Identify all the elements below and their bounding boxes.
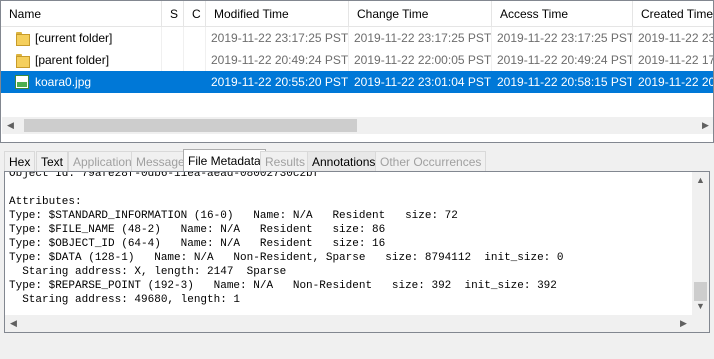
folder-icon: [15, 53, 30, 68]
cell-s: [162, 49, 184, 71]
cell-s: [162, 71, 184, 93]
scrollbar-corner: [692, 315, 709, 332]
metadata-line: Staring address: 49680, length: 1: [9, 294, 241, 306]
cell-modified-time: 2019-11-22 23:17:25 PST: [206, 27, 349, 49]
tab-application[interactable]: Application: [68, 151, 137, 171]
cell-access-time: 2019-11-22 23:17:25 PST: [492, 27, 633, 49]
scroll-right-icon[interactable]: ▶: [675, 315, 692, 332]
scroll-up-icon[interactable]: ▲: [692, 172, 709, 189]
cell-change-time: 2019-11-22 22:00:05 PST: [349, 49, 492, 71]
file-name: koara0.jpg: [35, 75, 92, 89]
cell-change-time: 2019-11-22 23:17:25 PST: [349, 27, 492, 49]
metadata-line: Type: $DATA (128-1) Name: N/A Non-Reside…: [9, 252, 564, 264]
metadata-line: Type: $REPARSE_POINT (192-3) Name: N/A N…: [9, 280, 557, 292]
cell-access-time: 2019-11-22 20:58:15 PST: [492, 71, 633, 93]
metadata-horizontal-scrollbar[interactable]: ◀ ▶: [5, 315, 692, 332]
metadata-line: Type: $STANDARD_INFORMATION (16-0) Name:…: [9, 210, 458, 222]
tab-other-occurrences[interactable]: Other Occurrences: [375, 151, 487, 171]
cell-c: [184, 71, 206, 93]
file-metadata-pane[interactable]: Object Id: 79afe28f-0db6-11ea-aead-08002…: [4, 171, 710, 333]
metadata-line: [9, 181, 689, 195]
metadata-line: Attributes:: [9, 196, 82, 208]
metadata-text: Object Id: 79afe28f-0db6-11ea-aead-08002…: [9, 172, 689, 315]
table-horizontal-scrollbar[interactable]: ◀ ▶: [2, 117, 713, 134]
table-header: Name S C Modified Time Change Time Acces…: [1, 1, 713, 27]
metadata-vertical-scrollbar[interactable]: ▲ ▼: [692, 172, 709, 315]
tab-hex[interactable]: Hex: [4, 151, 36, 171]
table-row-selected[interactable]: koara0.jpg 2019-11-22 20:55:20 PST 2019-…: [1, 71, 713, 93]
column-header-access-time[interactable]: Access Time: [492, 1, 633, 27]
metadata-line: Object Id: 79afe28f-0db6-11ea-aead-08002…: [9, 172, 320, 180]
column-header-created-time[interactable]: Created Time: [633, 1, 713, 27]
cell-created-time: 2019-11-22 17:: [633, 49, 713, 71]
scroll-left-icon[interactable]: ◀: [2, 117, 19, 134]
tab-message[interactable]: Message: [131, 151, 190, 171]
file-table: Name S C Modified Time Change Time Acces…: [0, 0, 714, 143]
cell-s: [162, 27, 184, 49]
metadata-line: Type: $OBJECT_ID (64-4) Name: N/A Reside…: [9, 238, 386, 250]
tab-text[interactable]: Text: [36, 151, 69, 171]
tab-file-metadata[interactable]: File Metadata: [183, 149, 266, 171]
scroll-left-icon[interactable]: ◀: [5, 315, 22, 332]
metadata-line: Staring address: X, length: 2147 Sparse: [9, 266, 287, 278]
column-header-name[interactable]: Name: [1, 1, 162, 27]
column-header-modified-time[interactable]: Modified Time: [206, 1, 349, 27]
scroll-down-icon[interactable]: ▼: [692, 298, 709, 315]
tab-results[interactable]: Results: [260, 151, 311, 171]
column-header-c[interactable]: C: [184, 1, 206, 27]
tab-annotations[interactable]: Annotations: [307, 151, 381, 171]
file-name: [current folder]: [35, 31, 113, 45]
table-row[interactable]: [current folder] 2019-11-22 23:17:25 PST…: [1, 27, 713, 49]
cell-modified-time: 2019-11-22 20:49:24 PST: [206, 49, 349, 71]
cell-c: [184, 49, 206, 71]
cell-modified-time: 2019-11-22 20:55:20 PST: [206, 71, 349, 93]
folder-icon: [15, 31, 30, 46]
column-header-change-time[interactable]: Change Time: [349, 1, 492, 27]
image-file-icon: [15, 75, 29, 89]
cell-created-time: 2019-11-22 23:17:25 PST: [633, 27, 713, 49]
cell-c: [184, 27, 206, 49]
file-name: [parent folder]: [35, 53, 110, 67]
viewer-tabs: Hex Text Application Message File Metada…: [0, 149, 714, 171]
column-header-s[interactable]: S: [162, 1, 184, 27]
metadata-line: Type: $FILE_NAME (48-2) Name: N/A Reside…: [9, 224, 386, 236]
cell-change-time: 2019-11-22 23:01:04 PST: [349, 71, 492, 93]
cell-created-time: 2019-11-22 20:: [633, 71, 713, 93]
cell-access-time: 2019-11-22 20:49:24 PST: [492, 49, 633, 71]
scrollbar-thumb[interactable]: [24, 119, 357, 132]
scroll-right-icon[interactable]: ▶: [697, 117, 713, 134]
table-row[interactable]: [parent folder] 2019-11-22 20:49:24 PST …: [1, 49, 713, 71]
